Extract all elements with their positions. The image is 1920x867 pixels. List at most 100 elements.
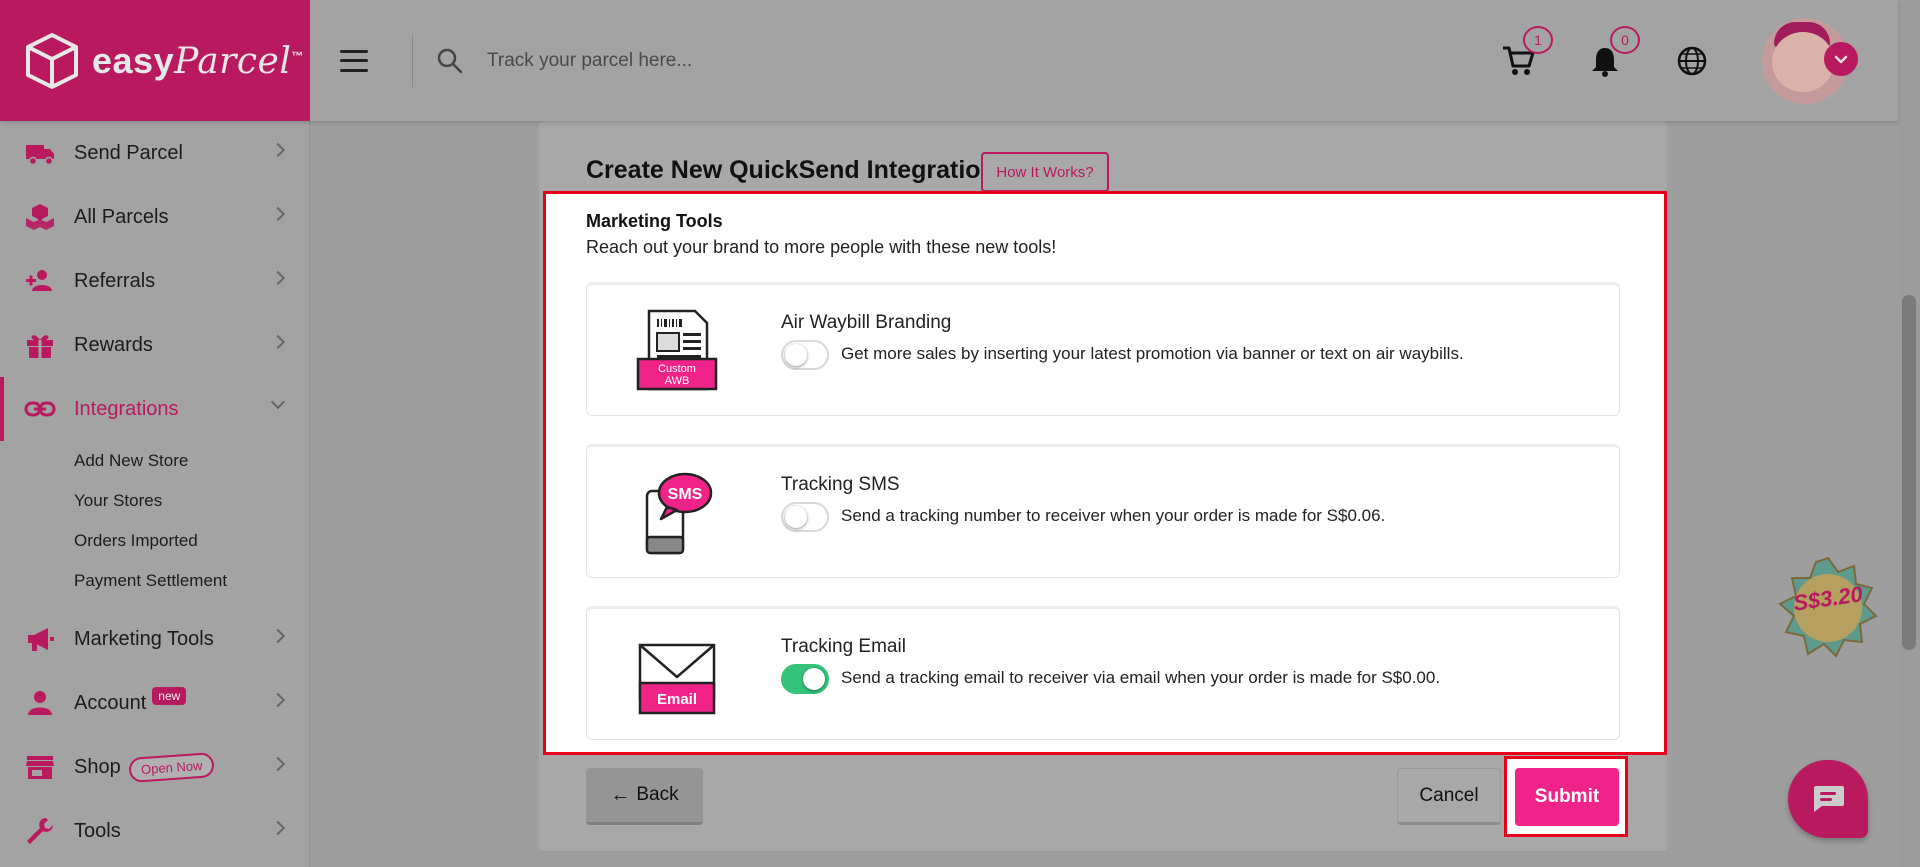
how-it-works-button[interactable]: How It Works? [981,152,1109,192]
sidebar-item-label: Marketing Tools [74,627,214,650]
toggle-knob [785,506,807,528]
wrench-icon [24,815,56,847]
user-plus-icon [24,265,56,297]
sidebar-item-label: Account [74,691,147,714]
notification-count-badge: 0 [1610,25,1640,54]
open-now-badge: Open Now [127,751,215,783]
sidebar-item-label: Send Parcel [74,141,183,164]
tracking-email-toggle[interactable] [781,664,829,694]
sidebar-item-referrals[interactable]: Referrals [0,249,309,313]
sidebar-item-label: Referrals [74,269,156,292]
custom-awb-icon-text-awb: AWB [665,375,690,387]
sidebar: Send Parcel All Parcels Referrals Reward… [0,121,310,867]
tool-tracking-sms: SMS Tracking SMS Send a tracking number … [586,444,1620,578]
sidebar-item-all-parcels[interactable]: All Parcels [0,185,309,249]
header-actions: 1 0 [1501,0,1898,121]
sidebar-item-shop[interactable]: Shop Open Now [0,735,309,799]
search-icon [437,48,463,73]
logo-text: easyParcel™ [92,40,304,82]
logo-text-easy: easy [92,39,175,81]
link-icon [24,393,56,425]
sidebar-item-marketing-tools[interactable]: Marketing Tools [0,607,309,671]
boxes-icon [24,201,56,233]
chevron-right-icon [270,628,286,644]
language-button[interactable] [1675,44,1709,78]
submit-highlight: Submit [1504,756,1628,837]
page-scrollbar[interactable] [1898,0,1920,867]
store-icon [24,751,56,783]
cart-count-badge: 1 [1523,25,1553,54]
tracking-sms-toggle[interactable] [781,502,829,532]
back-button-label: Back [636,784,679,805]
chevron-right-icon [270,270,286,286]
chevron-right-icon [270,756,286,772]
sidebar-subitem-orders-imported[interactable]: Orders Imported [0,521,309,561]
sidebar-subitem-payment-settlement[interactable]: Payment Settlement [0,561,309,601]
logo-trademark: ™ [291,48,304,63]
tool-tracking-email: Email Tracking Email Send a tracking ema… [586,606,1620,740]
page-title: Create New QuickSend Integration [586,156,996,184]
live-chat-button[interactable] [1788,760,1868,838]
toggle-knob [803,668,825,690]
sms-phone-icon: SMS [645,472,713,555]
chevron-right-icon [270,206,286,222]
cart-button[interactable]: 1 [1501,25,1553,78]
megaphone-icon [24,623,56,655]
notifications-button[interactable]: 0 [1588,25,1640,78]
marketing-tools-panel: Marketing Tools Reach out your brand to … [543,191,1667,755]
globe-icon [1677,46,1707,75]
tool-description: Send a tracking number to receiver when … [841,506,1386,525]
menu-toggle-icon[interactable] [340,49,368,72]
sidebar-item-label: All Parcels [74,205,169,228]
sidebar-item-rewards[interactable]: Rewards [0,313,309,377]
chat-bubble-icon [1814,786,1844,812]
scrollbar-thumb[interactable] [1902,295,1916,650]
track-parcel-input[interactable] [487,49,1387,72]
chevron-down-icon [270,394,286,410]
sidebar-subitem-your-stores[interactable]: Your Stores [0,481,309,521]
sidebar-item-label: Shop [74,755,121,778]
gift-icon [24,329,56,361]
section-subtitle: Reach out your brand to more people with… [586,237,1057,257]
new-badge: new [152,687,187,705]
box-logo-icon [26,32,78,89]
sms-icon-text: SMS [668,486,703,503]
toggle-knob [785,344,807,366]
tool-name: Air Waybill Branding [781,312,952,333]
user-avatar[interactable] [1762,17,1858,104]
back-button[interactable]: ← Back [586,768,703,825]
tool-name: Tracking Email [781,636,906,657]
logo[interactable]: easyParcel™ [0,0,310,121]
tool-description: Get more sales by inserting your latest … [841,344,1464,363]
arrow-left-icon: ← [610,783,631,806]
sidebar-item-label: Rewards [74,333,153,356]
sidebar-item-integrations[interactable]: Integrations [0,377,309,441]
header-divider [412,34,413,87]
air-waybill-branding-toggle[interactable] [781,340,829,370]
tool-name: Tracking SMS [781,474,900,495]
custom-awb-icon-text-custom: Custom [658,363,696,375]
chevron-right-icon [270,692,286,708]
logo-text-parcel: Parcel [174,40,292,82]
promo-price-badge[interactable]: S$3.20 [1776,556,1880,660]
user-icon [24,687,56,719]
tool-air-waybill-branding: Custom AWB Air Waybill Branding Get more… [586,282,1620,416]
custom-awb-icon: Custom AWB [636,309,718,391]
chevron-right-icon [270,334,286,350]
chevron-right-icon [270,142,286,158]
sidebar-item-tools[interactable]: Tools [0,799,309,863]
sidebar-subitem-add-new-store[interactable]: Add New Store [0,441,309,481]
avatar-menu-chevron-icon[interactable] [1824,41,1858,76]
email-envelope-icon: Email [638,643,716,715]
submit-button[interactable]: Submit [1515,768,1619,826]
sidebar-item-account[interactable]: Account new [0,671,309,735]
top-header: easyParcel™ 1 0 [0,0,1898,121]
sidebar-item-send-parcel[interactable]: Send Parcel [0,121,309,185]
chevron-right-icon [270,820,286,836]
tool-description: Send a tracking email to receiver via em… [841,668,1441,687]
sidebar-item-label: Tools [74,819,121,842]
truck-icon [24,137,56,169]
section-title: Marketing Tools [586,211,723,231]
email-icon-text: Email [657,691,697,708]
cancel-button[interactable]: Cancel [1397,768,1501,825]
